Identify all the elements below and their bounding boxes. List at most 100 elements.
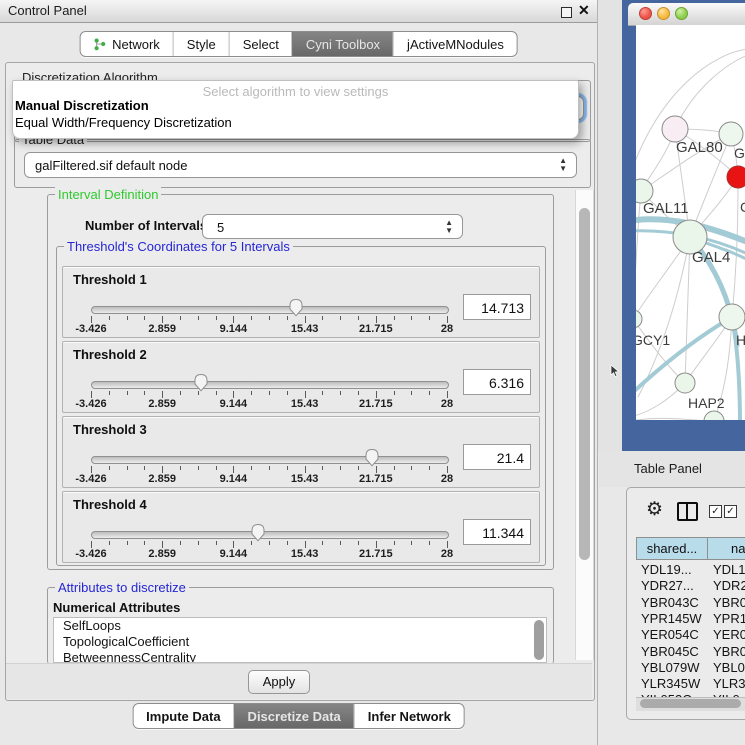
table-row[interactable]: YER054CYER0	[636, 627, 745, 644]
tick-label: 9.144	[203, 398, 263, 410]
major-tick	[447, 391, 448, 398]
slider-track[interactable]	[91, 306, 449, 314]
minor-tick	[216, 391, 217, 395]
table-column-header[interactable]: na	[707, 537, 745, 560]
attribute-item-betweennesscentrality[interactable]: BetweennessCentrality	[54, 650, 546, 663]
table-row[interactable]: YPR145WYPR1	[636, 611, 745, 628]
tab-select[interactable]: Select	[229, 32, 292, 56]
table-row[interactable]: YLR345WYLR3	[636, 676, 745, 693]
minor-tick	[180, 466, 181, 470]
spinner-arrows-icon[interactable]: ▲▼	[445, 219, 453, 235]
tab-label: Cyni Toolbox	[306, 37, 380, 52]
tick-label: 15.43	[275, 398, 335, 410]
top-tab-bar: Network Style Select Cyni Toolbox jActiveMNo…	[79, 31, 518, 57]
threshold-label: Threshold 3	[73, 422, 147, 437]
slider-thumb[interactable]	[193, 373, 209, 392]
bottom-node[interactable]	[704, 411, 724, 420]
tab-network[interactable]: Network	[80, 32, 173, 56]
table-data-combobox[interactable]: galFiltered.sif default node ▲▼	[24, 152, 577, 178]
apply-button[interactable]: Apply	[248, 670, 310, 694]
traffic-light-minimize-icon[interactable]	[657, 7, 670, 20]
slider-thumb[interactable]	[288, 298, 304, 317]
tab-impute-data[interactable]: Impute Data	[133, 704, 233, 728]
minor-tick	[109, 316, 110, 320]
network-edge[interactable]	[636, 319, 685, 383]
tab-label: jActiveMNodules	[407, 37, 504, 52]
threshold-value-field[interactable]: 14.713	[463, 294, 531, 320]
number-of-intervals-spinner[interactable]: 5 ▲▼	[202, 214, 463, 239]
checkbox-icon[interactable]: ✓	[724, 505, 737, 518]
tab-discretize-data[interactable]: Discretize Data	[234, 704, 354, 728]
slider-track[interactable]	[91, 381, 449, 389]
attribute-item-topologicalcoefficient[interactable]: TopologicalCoefficient	[54, 634, 546, 650]
tab-style[interactable]: Style	[173, 32, 229, 56]
table-row[interactable]: YDL19...YDL1	[636, 562, 745, 579]
gear-icon[interactable]: ⚙	[646, 498, 663, 521]
minor-tick	[109, 391, 110, 395]
tab-label: Style	[187, 37, 216, 52]
cell-name: YBL0	[713, 660, 745, 676]
float-window-icon[interactable]	[561, 7, 572, 18]
gcy1-node[interactable]	[636, 310, 642, 328]
minor-tick	[109, 466, 110, 470]
checkbox-icon[interactable]: ✓	[709, 505, 722, 518]
threshold-label: Threshold 2	[73, 347, 147, 362]
red-node[interactable]	[727, 166, 745, 188]
threshold-panel: Threshold 3 -3.4262.8599.14415.4321.7152…	[62, 416, 540, 488]
horizontal-scrollbar-thumb[interactable]	[640, 699, 741, 708]
network-canvas[interactable]: GAL80GAGAL11CGAL4GCY1HHAP2	[636, 25, 745, 420]
table-row[interactable]: YBR043CYBR0	[636, 595, 745, 612]
node-attribute-table[interactable]: shared... na YDL19...YDL1YDR27...YDR2YBR…	[636, 537, 745, 697]
major-tick	[305, 391, 306, 398]
major-tick	[91, 316, 92, 323]
panel-divider[interactable]	[598, 0, 622, 451]
threshold-value-field[interactable]: 6.316	[463, 369, 531, 395]
table-row[interactable]: YBR045CYBR0	[636, 644, 745, 661]
major-tick	[233, 391, 234, 398]
slider-track[interactable]	[91, 531, 449, 539]
table-row[interactable]: YDR27...YDR2	[636, 578, 745, 595]
tab-infer-network[interactable]: Infer Network	[354, 704, 464, 728]
table-data-selected: galFiltered.sif default node	[35, 158, 187, 173]
slider-track[interactable]	[91, 456, 449, 464]
minor-tick	[287, 391, 288, 395]
vertical-scrollbar-thumb[interactable]	[579, 208, 590, 560]
network-graph[interactable]: GAL80GAGAL11CGAL4GCY1HHAP2	[636, 25, 745, 420]
split-view-icon[interactable]	[677, 502, 698, 521]
table-panel-titlebar: Table Panel	[599, 451, 745, 487]
tick-label: 15.43	[275, 473, 335, 485]
spinner-arrows-icon[interactable]: ▲▼	[559, 157, 567, 173]
cell-shared-name: YBR043C	[641, 595, 699, 611]
table-column-header[interactable]: shared...	[636, 537, 708, 560]
numerical-attributes-list[interactable]: SelfLoopsTopologicalCoefficientBetweenne…	[53, 617, 547, 663]
dropdown-option-manual-discretization[interactable]: Manual Discretization	[15, 98, 575, 113]
h-node[interactable]	[719, 304, 745, 330]
minor-tick	[411, 391, 412, 395]
numerical-attributes-label: Numerical Attributes	[53, 600, 180, 615]
dropdown-option-equal-width-frequency-discretization[interactable]: Equal Width/Frequency Discretization	[15, 115, 575, 130]
close-icon[interactable]: ✕	[578, 2, 590, 19]
traffic-light-close-icon[interactable]	[639, 7, 652, 20]
network-edge[interactable]	[636, 191, 641, 319]
tab-cyni-toolbox[interactable]: Cyni Toolbox	[292, 32, 393, 56]
tick-label: 21.715	[346, 473, 406, 485]
minor-tick	[358, 316, 359, 320]
minor-tick	[358, 466, 359, 470]
slider-thumb[interactable]	[250, 523, 266, 542]
attribute-item-selfloops[interactable]: SelfLoops	[54, 618, 546, 634]
threshold-value-field[interactable]: 21.4	[463, 444, 531, 470]
minor-tick	[269, 466, 270, 470]
table-row[interactable]: YBL079WYBL0	[636, 660, 745, 677]
slider-thumb[interactable]	[364, 448, 380, 467]
threshold-value-field[interactable]: 11.344	[463, 519, 531, 545]
network-edge[interactable]	[636, 418, 714, 420]
network-edge[interactable]	[675, 55, 745, 129]
cell-shared-name: YLR345W	[641, 676, 700, 692]
tab-jactivemnodules[interactable]: jActiveMNodules	[393, 32, 517, 56]
network-window-titlebar[interactable]	[628, 3, 745, 26]
traffic-light-zoom-icon[interactable]	[675, 7, 688, 20]
mouse-cursor-icon	[610, 365, 620, 378]
hap2-node[interactable]	[675, 373, 695, 393]
network-edge[interactable]	[636, 49, 745, 175]
list-scrollbar-thumb[interactable]	[534, 620, 544, 660]
